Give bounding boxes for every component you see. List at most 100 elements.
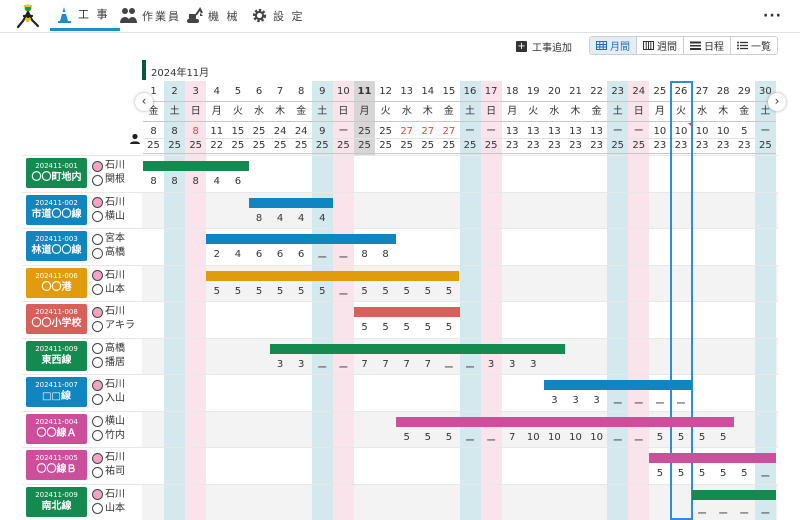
date-cell[interactable]: 21 — [565, 86, 586, 98]
daily-count[interactable]: 8 — [375, 249, 396, 260]
daily-count[interactable]: ー — [460, 432, 481, 447]
assigned-person[interactable]: 石川 — [92, 160, 125, 172]
schedule-bar[interactable] — [143, 161, 249, 171]
daily-count[interactable]: 4 — [227, 249, 248, 260]
daily-count[interactable]: 10 — [544, 432, 565, 443]
daily-count[interactable]: 5 — [417, 322, 438, 333]
daily-count[interactable]: 7 — [375, 359, 396, 370]
assigned-person[interactable]: 関根 — [92, 174, 125, 186]
daily-count[interactable]: 5 — [206, 286, 227, 297]
assigned-person[interactable]: 高橋 — [92, 343, 125, 355]
assigned-person[interactable]: 祐司 — [92, 466, 125, 478]
daily-count[interactable]: 5 — [396, 432, 417, 443]
daily-count[interactable]: ー — [460, 359, 481, 374]
assigned-person[interactable]: アキラ — [92, 320, 135, 332]
date-cell[interactable]: 6 — [249, 86, 270, 98]
assigned-person[interactable]: 石川 — [92, 489, 125, 501]
daily-count[interactable]: 5 — [396, 322, 417, 333]
date-cell[interactable]: 17 — [481, 86, 502, 98]
daily-count[interactable]: ー — [333, 249, 354, 264]
date-cell[interactable]: 24 — [628, 86, 649, 98]
daily-count[interactable]: ー — [734, 505, 755, 520]
date-cell[interactable]: 9 — [312, 86, 333, 98]
date-cell[interactable]: 25 — [649, 86, 670, 98]
daily-count[interactable]: 5 — [438, 286, 459, 297]
daily-count[interactable]: 5 — [438, 432, 459, 443]
daily-count[interactable]: 5 — [227, 286, 248, 297]
daily-count[interactable]: 3 — [565, 395, 586, 406]
date-cell[interactable]: 3 — [185, 86, 206, 98]
schedule-bar[interactable] — [543, 380, 692, 390]
daily-count[interactable]: 4 — [206, 176, 227, 187]
date-cell[interactable]: 27 — [692, 86, 713, 98]
assigned-person[interactable]: 横山 — [92, 211, 125, 223]
date-cell[interactable]: 7 — [270, 86, 291, 98]
daily-count[interactable]: 8 — [143, 176, 164, 187]
project-badge[interactable]: 202411-009 南北線 — [26, 486, 87, 517]
daily-count[interactable]: 5 — [354, 286, 375, 297]
daily-count[interactable]: ー — [755, 505, 776, 520]
project-badge[interactable]: 202411-006 〇〇港 — [26, 267, 87, 298]
daily-count[interactable]: 5 — [713, 468, 734, 479]
daily-count[interactable]: 5 — [649, 468, 670, 479]
daily-count[interactable]: 6 — [291, 249, 312, 260]
daily-count[interactable]: 6 — [227, 176, 248, 187]
schedule-bar[interactable] — [248, 197, 333, 208]
date-cell[interactable]: 11 — [354, 86, 375, 98]
daily-count[interactable]: 3 — [481, 359, 502, 370]
daily-count[interactable]: ー — [333, 359, 354, 374]
daily-count[interactable]: 8 — [185, 176, 206, 187]
daily-count[interactable]: 5 — [671, 468, 692, 479]
assigned-person[interactable]: 播居 — [92, 357, 125, 369]
date-cell[interactable]: 29 — [734, 86, 755, 98]
schedule-bar[interactable] — [354, 307, 460, 317]
daily-count[interactable]: 3 — [502, 359, 523, 370]
daily-count[interactable]: 5 — [438, 322, 459, 333]
daily-count[interactable]: ー — [649, 395, 670, 410]
daily-count[interactable]: 5 — [417, 432, 438, 443]
daily-count[interactable]: ー — [438, 359, 459, 374]
daily-count[interactable]: 2 — [206, 249, 227, 260]
daily-count[interactable]: ー — [755, 468, 776, 483]
date-cell[interactable]: 5 — [227, 86, 248, 98]
next-arrow-icon[interactable]: › — [768, 93, 786, 111]
schedule-bar[interactable] — [206, 234, 397, 244]
assigned-person[interactable]: 宮本 — [92, 233, 125, 245]
project-badge[interactable]: 202411-004 〇〇線Ａ — [26, 413, 87, 444]
daily-count[interactable]: 5 — [291, 286, 312, 297]
daily-count[interactable]: 5 — [375, 322, 396, 333]
assigned-person[interactable]: 高橋 — [92, 247, 125, 259]
daily-count[interactable]: 3 — [523, 359, 544, 370]
daily-count[interactable]: 7 — [417, 359, 438, 370]
daily-count[interactable]: 3 — [291, 359, 312, 370]
date-cell[interactable]: 22 — [586, 86, 607, 98]
daily-count[interactable]: ー — [628, 432, 649, 447]
daily-count[interactable]: 3 — [544, 395, 565, 406]
schedule-bar[interactable] — [691, 489, 776, 500]
daily-count[interactable]: ー — [333, 286, 354, 301]
project-badge[interactable]: 202411-002 市道〇〇線 — [26, 194, 87, 225]
daily-count[interactable]: 3 — [586, 395, 607, 406]
date-cell[interactable]: 13 — [396, 86, 417, 98]
assigned-person[interactable]: 山本 — [92, 503, 125, 515]
daily-count[interactable]: 5 — [312, 286, 333, 297]
daily-count[interactable]: ー — [692, 505, 713, 520]
assigned-person[interactable]: 石川 — [92, 306, 125, 318]
assigned-person[interactable]: 横山 — [92, 416, 125, 428]
daily-count[interactable]: ー — [607, 432, 628, 447]
assigned-person[interactable]: 石川 — [92, 379, 125, 391]
daily-count[interactable]: ー — [312, 249, 333, 264]
date-cell[interactable]: 18 — [502, 86, 523, 98]
date-cell[interactable]: 16 — [460, 86, 481, 98]
date-cell[interactable]: 14 — [417, 86, 438, 98]
daily-count[interactable]: 5 — [692, 468, 713, 479]
assigned-person[interactable]: 石川 — [92, 270, 125, 282]
schedule-bar[interactable] — [649, 453, 776, 463]
daily-count[interactable]: 5 — [249, 286, 270, 297]
project-badge[interactable]: 202411-008 〇〇小学校 — [26, 304, 87, 334]
daily-count[interactable]: ー — [481, 432, 502, 447]
assigned-person[interactable]: 竹内 — [92, 430, 125, 442]
project-badge[interactable]: 202411-007 □□線 — [26, 377, 87, 407]
prev-arrow-icon[interactable]: ‹ — [135, 93, 153, 111]
daily-count[interactable]: 4 — [270, 213, 291, 224]
